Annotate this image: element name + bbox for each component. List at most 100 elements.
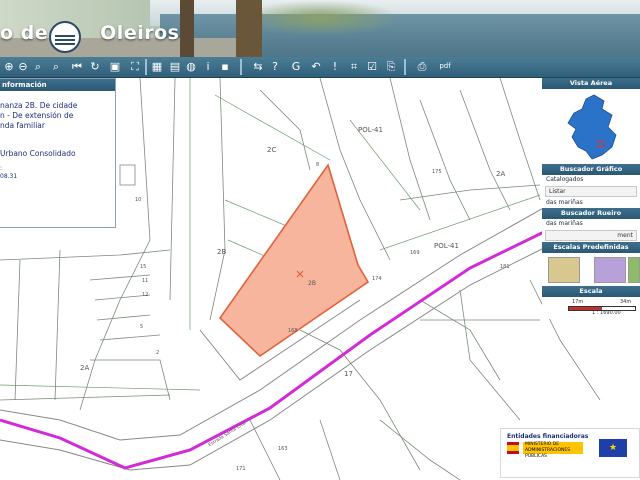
map-label: POL-41 [358, 126, 383, 134]
parcel-line [0, 394, 171, 401]
map-toolbar: ⊕ ⊖ ⌕ ⌕ ⏮ ↻ ▣ ⛶ ▦ ▤ ◍ i ▪ ⇆ ? G ↶ ! ⌗ ☑ … [0, 57, 640, 78]
map-label: 175 [432, 169, 442, 175]
pdf-icon[interactable]: pdf [436, 59, 454, 74]
refresh-icon[interactable]: ↻ [88, 59, 102, 74]
scale-label-34m: 34m [620, 299, 632, 305]
info-panel-header: nformación [0, 79, 115, 91]
catalog-label: Catalogados [542, 175, 640, 185]
layers-icon[interactable]: ▤ [168, 59, 182, 74]
listar-button[interactable]: Listar [545, 186, 637, 197]
toolbar-separator [240, 59, 242, 75]
info-text-line: n - De extensión de [0, 111, 74, 120]
identify-icon[interactable]: ▪ [218, 59, 232, 74]
parcel-line [319, 419, 341, 480]
info-value: : [0, 165, 3, 172]
map-label: 2A [496, 170, 506, 178]
map-label: 168 [288, 328, 298, 334]
graphic-search-field[interactable]: das mariñas [542, 198, 640, 208]
map-label: 15 [140, 264, 147, 270]
parcel-line [209, 78, 226, 321]
map-label: 2C [267, 146, 277, 154]
parcel-line [459, 289, 521, 421]
info-icon[interactable]: i [201, 59, 215, 74]
info-text-line: nanza 2B. De cidade [0, 101, 78, 110]
map-label: 8 [316, 162, 320, 168]
street-search-header: Buscador Rueiro [542, 208, 640, 219]
snap-icon[interactable]: ⎘ [384, 59, 398, 74]
zoning-line [379, 194, 541, 251]
map-label: 2 [156, 350, 160, 356]
zoom-next-icon[interactable]: ⏮ [70, 59, 84, 74]
scale-thumb-3[interactable] [628, 257, 640, 283]
map-label: 2A [80, 364, 90, 372]
alert-icon[interactable]: ! [328, 59, 342, 74]
geo-icon[interactable]: G [289, 59, 303, 74]
header-banner: o de Oleiros [0, 0, 640, 57]
map-label: 169 [410, 250, 420, 256]
parcel-line [99, 334, 161, 341]
undo-icon[interactable]: ↶ [309, 59, 323, 74]
municipality-outline [567, 94, 617, 160]
banner-tree [180, 0, 194, 57]
street-search-field[interactable]: das mariñas [542, 219, 640, 229]
map-label: 11 [142, 278, 149, 284]
map-label: 171 [236, 466, 246, 472]
zoning-line [0, 384, 201, 391]
sponsor-title: Entidades financiadoras [507, 433, 589, 440]
map-label: 174 [372, 276, 382, 282]
scale-thumb-1[interactable] [548, 257, 580, 283]
street-search-button[interactable]: ment [545, 230, 637, 241]
parcel-line [419, 299, 501, 381]
aerial-view-header: Vista Aérea [542, 78, 640, 89]
pan-icon[interactable]: ⛶ [128, 59, 142, 74]
parcel-line [89, 274, 151, 281]
scale-ratio: 1 : 1690.00 [592, 310, 621, 316]
map-label: 17 [344, 370, 353, 378]
app-title: o de Oleiros [0, 22, 179, 44]
predefined-scales-header: Escalas Predefinidas [542, 242, 640, 253]
right-panel: Vista Aérea Buscador Gráfico Catalogados… [542, 78, 640, 319]
map-label: 2B [217, 248, 227, 256]
parcel-line [96, 314, 151, 321]
scale-header: Escala [542, 286, 640, 297]
zoom-window-icon[interactable]: ⌕ [31, 59, 45, 74]
scale-label-17m: 17m [572, 299, 584, 305]
globe-icon[interactable]: ◍ [184, 59, 198, 74]
print-icon[interactable]: ⎙ [415, 59, 429, 74]
banner-foliage [240, 0, 400, 36]
parcel-line [499, 78, 541, 201]
measure-icon[interactable]: ⇆ [251, 59, 265, 74]
zoom-prev-icon[interactable]: ⌕ [49, 59, 63, 74]
info-panel: nformación nanza 2B. De cidade n - De ex… [0, 78, 116, 228]
check-icon[interactable]: ☑ [365, 59, 379, 74]
parcel-line [299, 329, 421, 471]
sponsor-box: Entidades financiadoras MINISTERIO DE AD… [500, 428, 640, 478]
info-panel-text: nanza 2B. De cidade n - De extensión de … [0, 101, 114, 131]
parcel-line [379, 419, 461, 480]
parcel-line [119, 164, 136, 186]
parcel-line [90, 359, 171, 401]
grid-icon[interactable]: ▦ [150, 59, 164, 74]
extent-icon[interactable]: ▣ [108, 59, 122, 74]
zoom-in-icon[interactable]: ⊕ [2, 59, 16, 74]
map-label: 181 [500, 264, 510, 270]
map-label: 10 [135, 197, 142, 203]
scale-thumb-2[interactable] [594, 257, 626, 283]
map-label: 2B [308, 280, 316, 287]
coords-icon[interactable]: ⌗ [347, 59, 361, 74]
parcel-line [259, 89, 311, 171]
app-title-part2: Oleiros [100, 22, 180, 44]
municipality-shape [567, 94, 617, 160]
zoom-out-icon[interactable]: ⊖ [16, 59, 30, 74]
parcel-line [459, 89, 511, 211]
info-zone: Urbano Consolidado [0, 149, 76, 158]
spain-flag-icon [507, 442, 519, 454]
help-icon[interactable]: ? [268, 59, 282, 74]
toolbar-separator [145, 59, 147, 75]
scale-bar: 17m 34m 1 : 1690.00 [542, 297, 640, 319]
ministry-label: MINISTERIO DE ADMINISTRACIONES PÚBLICAS [523, 442, 583, 459]
toolbar-separator [404, 59, 406, 75]
aerial-view-map[interactable] [542, 89, 640, 164]
parcel-line [14, 259, 21, 401]
graphic-search-header: Buscador Gráfico [542, 164, 640, 175]
